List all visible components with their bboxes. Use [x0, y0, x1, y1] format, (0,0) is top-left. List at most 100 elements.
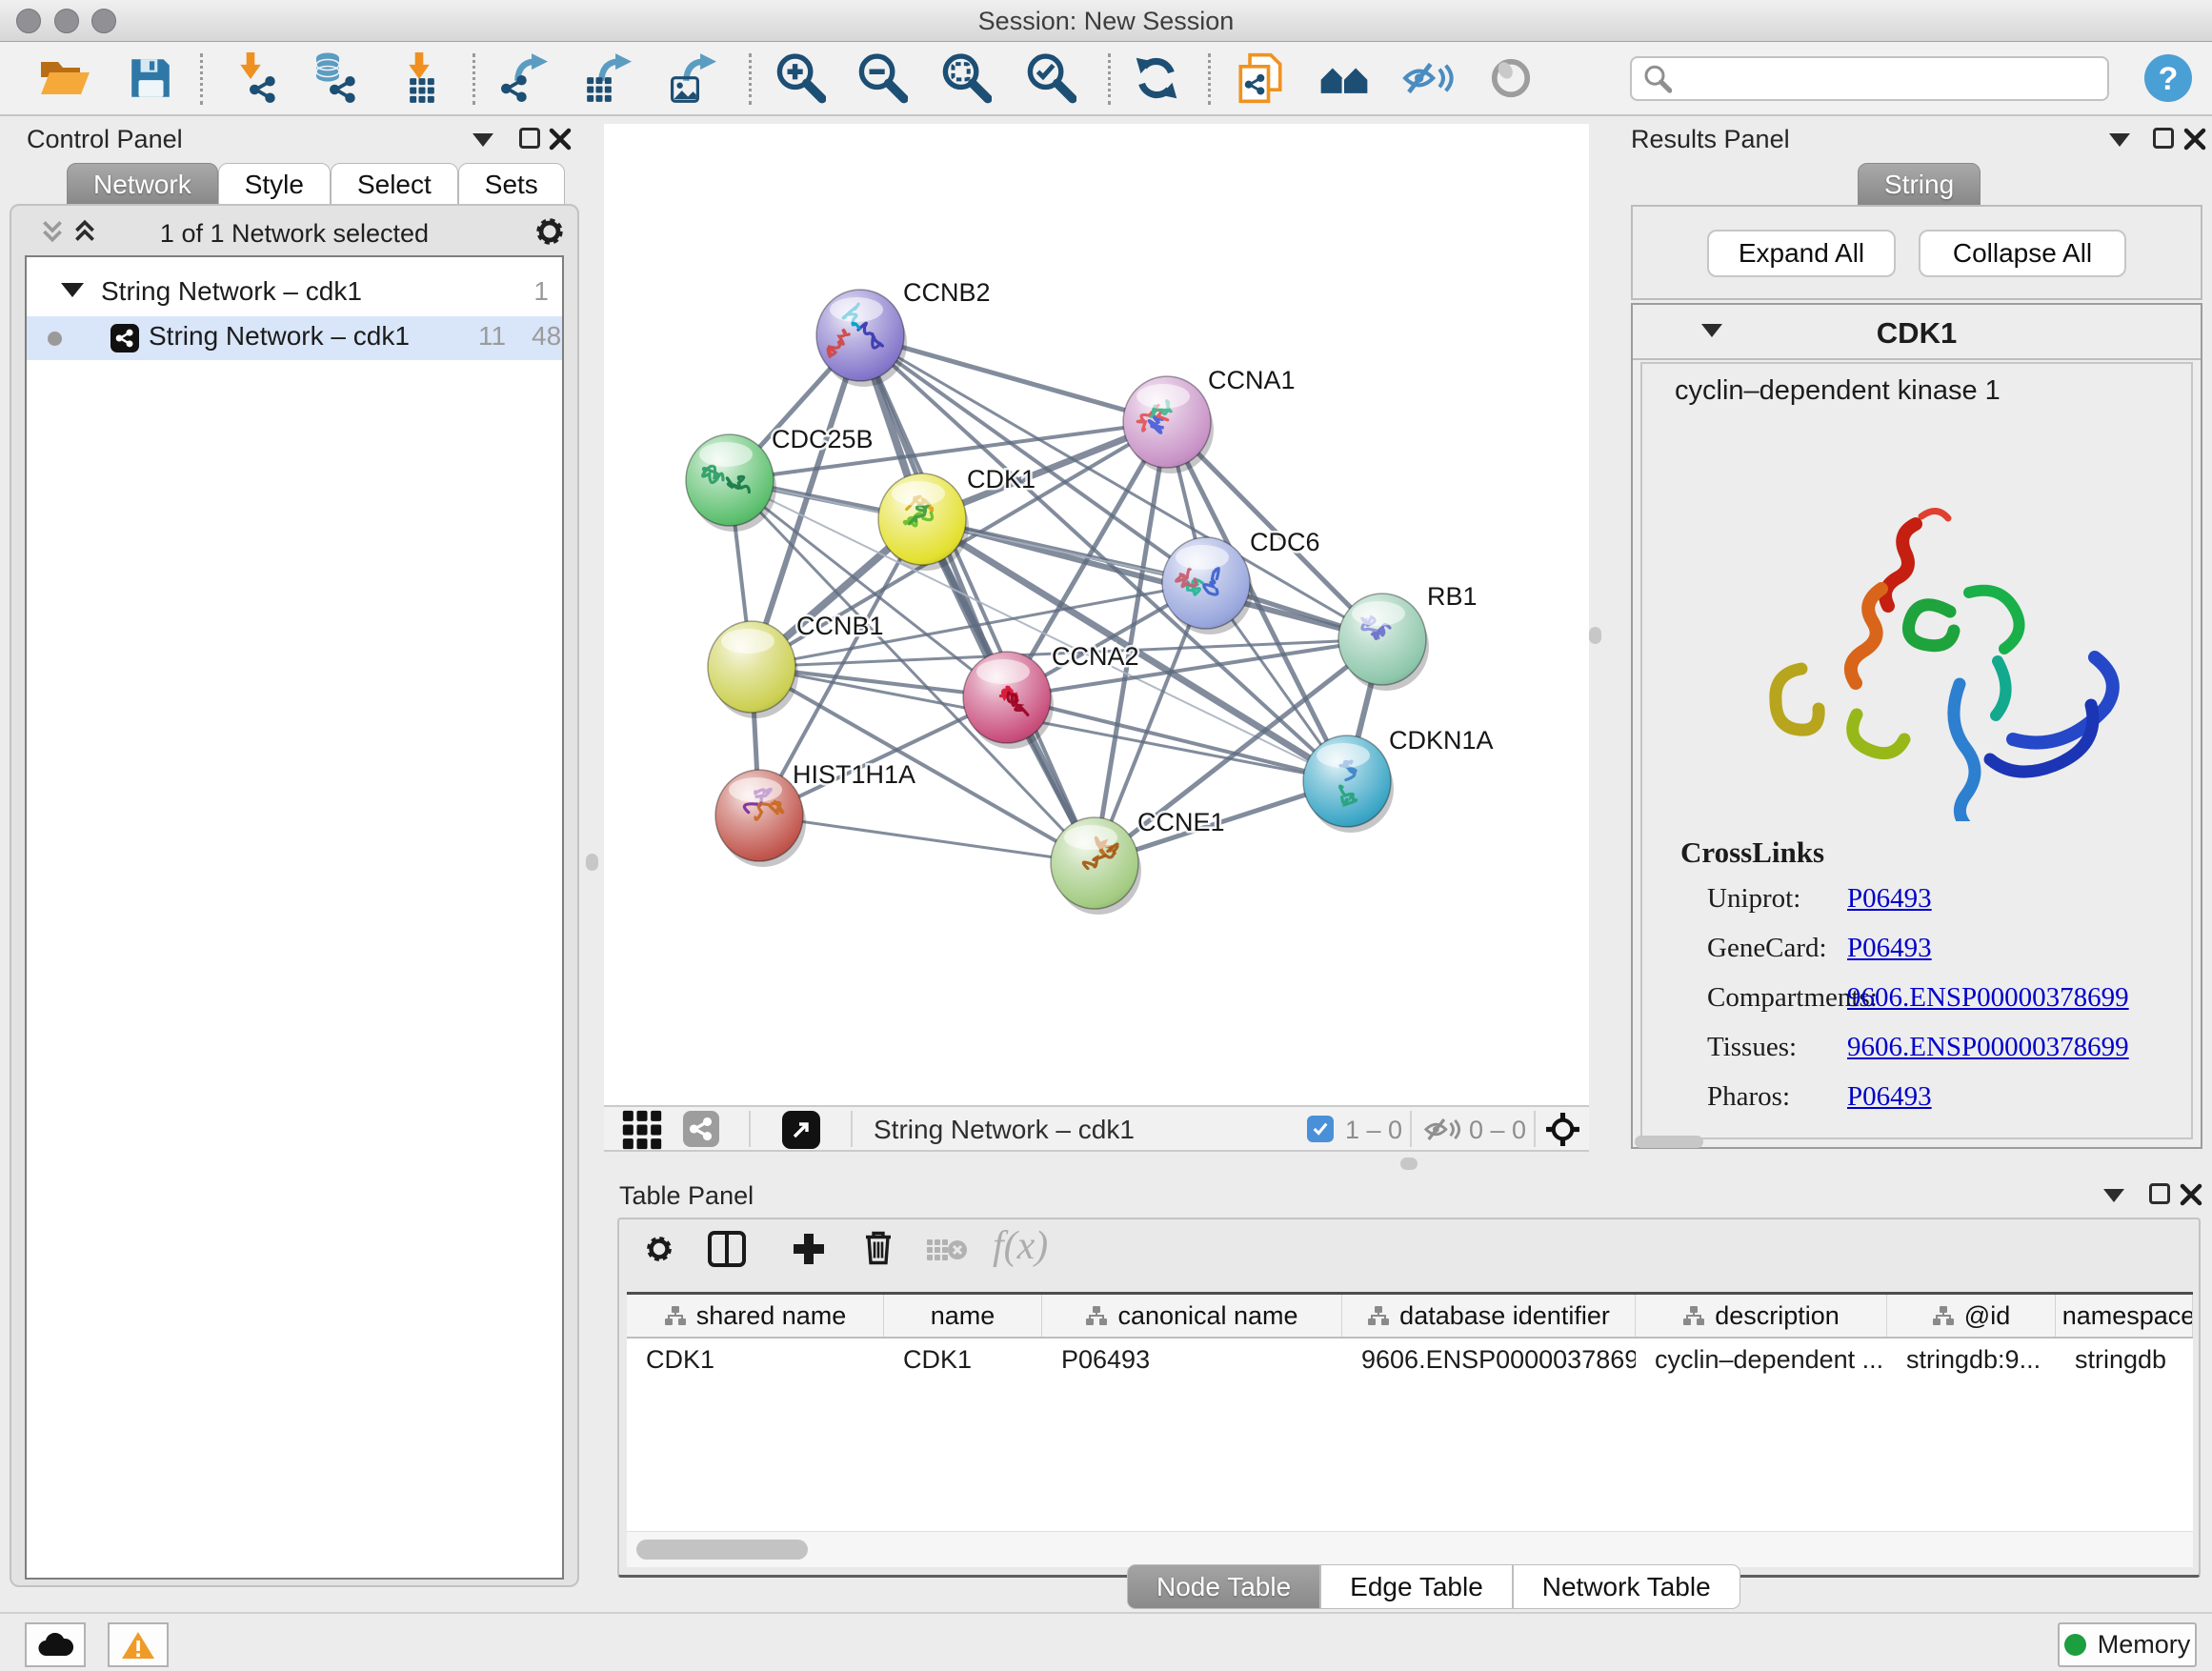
control-panel-close-icon[interactable]	[549, 128, 572, 151]
table-panel-collapse-icon[interactable]	[2103, 1189, 2124, 1202]
birdseye-grid-icon[interactable]	[621, 1109, 663, 1151]
warnings-button[interactable]	[108, 1622, 169, 1667]
network-type-chip[interactable]	[683, 1111, 719, 1147]
network-node-CCNA2[interactable]: CCNA2	[963, 642, 1139, 749]
tab-select[interactable]: Select	[331, 163, 458, 206]
table-cell[interactable]: 9606.ENSP00000378699	[1342, 1339, 1636, 1382]
crosslink-link[interactable]: P06493	[1847, 1081, 1932, 1131]
memory-button[interactable]: Memory	[2058, 1622, 2197, 1667]
delete-column-icon[interactable]	[863, 1230, 894, 1265]
node-entry-header[interactable]: CDK1	[1633, 305, 2201, 360]
entry-description: cyclin–dependent kinase 1	[1675, 375, 2001, 407]
left-splitter-handle[interactable]	[586, 854, 598, 871]
tab-edge-table[interactable]: Edge Table	[1320, 1564, 1513, 1609]
results-scrollbar-thumb[interactable]	[1635, 1136, 1703, 1148]
table-panel-float-icon[interactable]	[2149, 1183, 2170, 1204]
table-options-gear-icon[interactable]	[644, 1234, 674, 1264]
open-session-button[interactable]	[34, 49, 95, 108]
table-cell[interactable]: stringdb	[2056, 1339, 2193, 1382]
table-panel-close-icon[interactable]	[2180, 1183, 2202, 1206]
network-node-CDKN1A[interactable]: CDKN1A	[1303, 726, 1494, 833]
network-node-CCNB1[interactable]: CCNB1	[708, 612, 884, 718]
selected-checkbox-icon[interactable]	[1307, 1116, 1334, 1142]
tab-network[interactable]: Network	[67, 163, 218, 206]
string-protein-query-button[interactable]	[1230, 49, 1291, 108]
export-image-button[interactable]	[661, 49, 722, 108]
network-edge	[759, 815, 1095, 863]
network-node-CCNE1[interactable]: CCNE1	[1051, 808, 1225, 915]
apply-layout-button[interactable]	[1126, 49, 1187, 108]
column-header-namespace[interactable]: namespace	[2056, 1295, 2193, 1337]
hide-glass-effect-button[interactable]	[1398, 49, 1458, 108]
zoom-fit-button[interactable]	[935, 49, 996, 108]
network-node-CDC25B[interactable]: CDC25B	[686, 425, 874, 532]
node-entry-content: cyclin–dependent kinase 1 Cros	[1640, 362, 2193, 1139]
column-header-databaseidentifier[interactable]: database identifier	[1342, 1295, 1636, 1337]
tree-expand-icon[interactable]	[61, 283, 84, 297]
control-panel-collapse-icon[interactable]	[473, 133, 493, 147]
column-header-sharedname[interactable]: shared name	[627, 1295, 884, 1337]
scrollbar-thumb[interactable]	[636, 1540, 808, 1560]
zoom-out-button[interactable]	[852, 49, 913, 108]
search-field[interactable]	[1672, 64, 2072, 93]
horizontal-splitter-handle[interactable]	[1400, 1158, 1418, 1170]
table-cell[interactable]: CDK1	[884, 1339, 1042, 1382]
network-row[interactable]: String Network – cdk1 11 48	[27, 316, 562, 360]
zoom-in-button[interactable]	[770, 49, 831, 108]
string-network-icon	[111, 324, 139, 352]
network-collection-row[interactable]: String Network – cdk1 1	[27, 272, 562, 315]
crosslink-link[interactable]: 9606.ENSP00000378699	[1847, 982, 2129, 1032]
column-header-canonicalname[interactable]: canonical name	[1042, 1295, 1342, 1337]
crosshair-icon[interactable]	[1545, 1112, 1580, 1147]
column-header-name[interactable]: name	[884, 1295, 1042, 1337]
control-panel-float-icon[interactable]	[519, 128, 540, 149]
show-glass-effect-button[interactable]	[1480, 49, 1541, 108]
column-header-id[interactable]: @id	[1887, 1295, 2056, 1337]
export-network-button[interactable]	[494, 49, 555, 108]
table-cell[interactable]: CDK1	[627, 1339, 884, 1382]
tab-node-table[interactable]: Node Table	[1127, 1564, 1320, 1609]
open-in-window-button[interactable]	[782, 1111, 820, 1149]
expand-all-button[interactable]: Expand All	[1707, 230, 1896, 277]
table-cell[interactable]: cyclin–dependent ...	[1636, 1339, 1887, 1382]
table-horizontal-scrollbar[interactable]	[627, 1531, 2193, 1567]
collapse-all-button[interactable]: Collapse All	[1919, 230, 2126, 277]
results-panel-float-icon[interactable]	[2153, 128, 2174, 149]
export-table-button[interactable]	[576, 49, 637, 108]
results-panel-collapse-icon[interactable]	[2109, 133, 2130, 147]
show-columns-icon[interactable]	[708, 1231, 746, 1267]
crosslink-link[interactable]: P06493	[1847, 883, 1932, 933]
selected-counts: 1 – 0	[1345, 1116, 1402, 1145]
network-view-canvas[interactable]: CCNB2CCNA1CDC25BCDK1CDC6RB1CCNB1CCNA2CDK…	[604, 124, 1589, 1105]
network-node-CDK1[interactable]: CDK1	[878, 465, 1036, 571]
network-node-HIST1H1A[interactable]: HIST1H1A	[715, 760, 915, 867]
tab-sets[interactable]: Sets	[458, 163, 565, 206]
tab-string[interactable]: String	[1858, 163, 1981, 206]
import-table-button[interactable]	[392, 49, 453, 108]
tab-network-table[interactable]: Network Table	[1513, 1564, 1740, 1609]
results-panel-close-icon[interactable]	[2183, 128, 2206, 151]
crosslink-link[interactable]: P06493	[1847, 933, 1932, 982]
right-splitter-handle[interactable]	[1589, 627, 1601, 644]
save-session-button[interactable]	[120, 49, 181, 108]
external-arrow-icon	[790, 1118, 813, 1141]
string-home-button[interactable]	[1314, 49, 1375, 108]
network-options-gear-icon[interactable]	[533, 215, 566, 248]
table-cell[interactable]: P06493	[1042, 1339, 1342, 1382]
table-cell[interactable]: stringdb:9...	[1887, 1339, 2056, 1382]
table-row[interactable]: CDK1CDK1P064939606.ENSP00000378699cyclin…	[627, 1339, 2193, 1382]
import-network-button[interactable]	[227, 49, 288, 108]
search-input[interactable]	[1630, 56, 2109, 101]
add-column-icon[interactable]	[791, 1231, 827, 1267]
network-view-title: String Network – cdk1	[874, 1115, 1135, 1145]
import-network-from-database-button[interactable]	[305, 49, 366, 108]
tab-style[interactable]: Style	[218, 163, 331, 206]
crosslink-link[interactable]: 9606.ENSP00000378699	[1847, 1032, 2129, 1081]
network-node-RB1[interactable]: RB1	[1338, 582, 1478, 691]
network-node-CCNB2[interactable]: CCNB2	[816, 278, 991, 387]
cloud-status-button[interactable]	[25, 1622, 86, 1667]
column-header-description[interactable]: description	[1636, 1295, 1887, 1337]
network-node-CCNA1[interactable]: CCNA1	[1123, 366, 1296, 473]
zoom-selected-button[interactable]	[1020, 49, 1081, 108]
help-button[interactable]: ?	[2138, 49, 2199, 108]
